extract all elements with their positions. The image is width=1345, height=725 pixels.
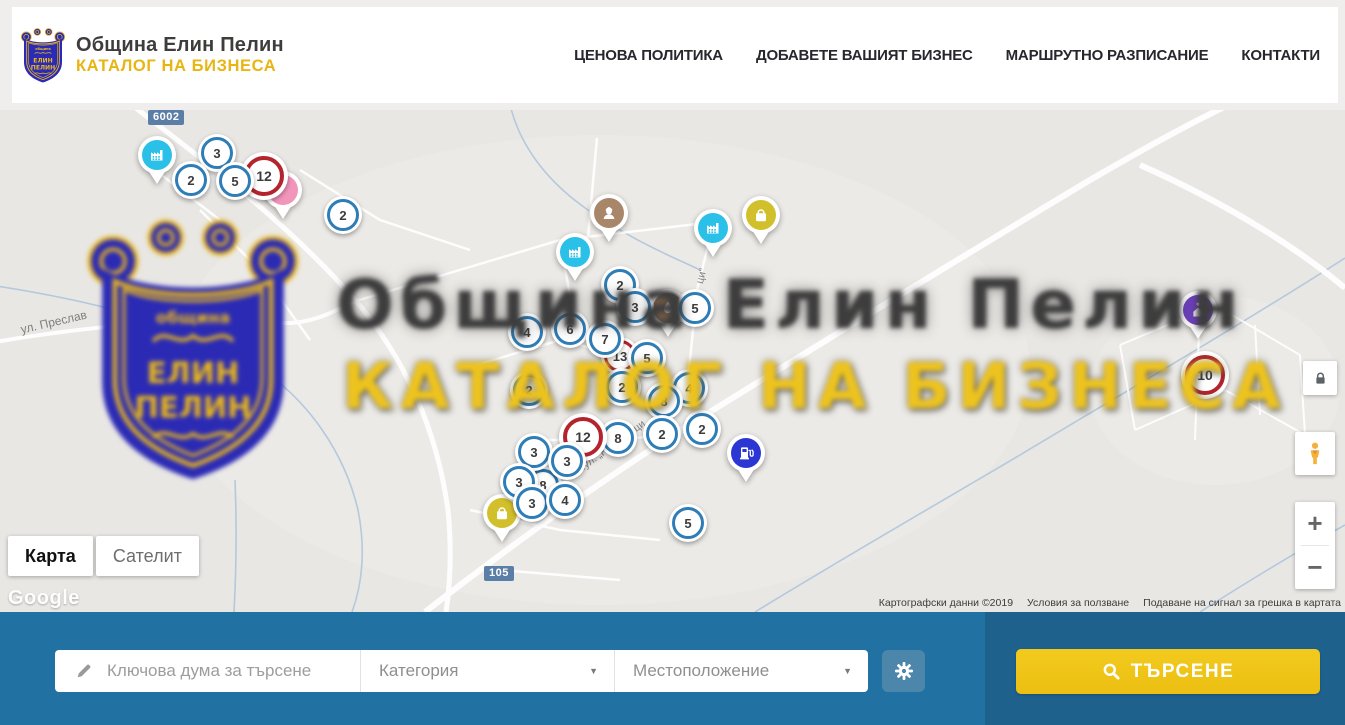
svg-text:община: община [35,46,51,50]
google-logo[interactable]: Google [8,587,80,610]
svg-text:ПЕЛИН: ПЕЛИН [31,64,55,71]
nav-pricing[interactable]: ЦЕНОВА ПОЛИТИКА [574,47,723,64]
map-cluster-marker[interactable]: 2 [324,196,362,234]
lock-control[interactable] [1303,361,1337,395]
brand[interactable]: община ЕЛИН ПЕЛИН Община Елин Пелин КАТА… [20,27,284,84]
zoom-control: + − [1295,502,1335,589]
map-canvas[interactable]: ул. Преславбул. „Новоселцици“ 6002105 32… [0,110,1345,612]
street-view-pegman[interactable] [1295,432,1335,475]
nav-route-schedule[interactable]: МАРШРУТНО РАЗПИСАНИЕ [1006,47,1209,64]
map-cluster-marker[interactable]: 2 [643,415,681,453]
map-type-control: Карта Сателит [8,536,199,576]
map-cluster-marker[interactable]: 3 [548,442,586,480]
zoom-in-button[interactable]: + [1295,502,1335,545]
svg-text:ЕЛИН: ЕЛИН [33,57,52,64]
map-cluster-marker[interactable]: 6 [551,310,589,348]
location-select[interactable]: Местоположение ▼ [615,650,868,692]
search-icon [1102,662,1121,681]
location-select-value: Местоположение [633,661,769,681]
map-cluster-marker[interactable]: 4 [508,313,546,351]
map-pin-worker[interactable] [590,194,628,244]
map-cluster-marker[interactable]: 4 [546,481,584,519]
municipality-emblem-icon: община ЕЛИН ПЕЛИН [20,27,66,84]
map-cluster-marker[interactable]: 2 [603,368,641,406]
map-cluster-marker[interactable]: 2 [510,371,548,409]
map-cluster-marker[interactable]: 10 [1181,351,1229,399]
map-cluster-marker[interactable]: 7 [586,320,624,358]
map-cluster-marker[interactable]: 5 [216,162,254,200]
chevron-down-icon: ▼ [589,666,598,676]
map-pin-bag[interactable] [742,196,780,246]
pencil-icon [75,662,93,680]
map-pin-factory[interactable] [556,233,594,283]
search-bar: ТЪРСЕНЕ Категория ▼ Местоположение ▼ [0,612,1345,725]
header: община ЕЛИН ПЕЛИН Община Елин Пелин КАТА… [12,7,1338,103]
search-bar-right-panel: ТЪРСЕНЕ [985,612,1345,725]
search-button-label: ТЪРСЕНЕ [1131,661,1235,683]
category-select-value: Категория [379,661,458,681]
brand-subtitle: КАТАЛОГ НА БИЗНЕСА [76,57,284,76]
brand-title: Община Елин Пелин [76,34,284,57]
attribution-copyright: Картографски данни ©2019 [879,597,1013,609]
zoom-out-button[interactable]: − [1295,546,1335,589]
map-attribution: Картографски данни ©2019 Условия за полз… [879,597,1341,609]
nav-contacts[interactable]: КОНТАКТИ [1241,47,1320,64]
map-type-map-button[interactable]: Карта [8,536,93,576]
main-nav: ЦЕНОВА ПОЛИТИКА ДОБАВЕТЕ ВАШИЯТ БИЗНЕС М… [574,7,1320,103]
chevron-down-icon: ▼ [843,666,852,676]
map-cluster-marker[interactable]: 5 [676,289,714,327]
attribution-terms-link[interactable]: Условия за ползване [1027,597,1129,609]
page: община ЕЛИН ПЕЛИН Община Елин Пелин КАТА… [0,0,1345,725]
map-pin-fuel[interactable] [727,434,765,484]
map-pin-factory[interactable] [694,209,732,259]
pegman-icon [1304,441,1326,467]
map-cluster-marker[interactable]: 5 [669,504,707,542]
keyword-search-input[interactable] [93,661,360,681]
keyword-section [55,650,360,692]
map-cluster-marker[interactable]: 3 [616,288,654,326]
category-select[interactable]: Категория ▼ [361,650,614,692]
map-cluster-marker[interactable]: 2 [172,161,210,199]
lock-icon [1313,371,1328,386]
advanced-search-button[interactable] [882,650,925,692]
map-cluster-marker[interactable]: 2 [683,410,721,448]
gear-icon [894,661,914,681]
search-fields: Категория ▼ Местоположение ▼ [55,650,868,692]
map-pin-factory[interactable] [138,136,176,186]
attribution-report-link[interactable]: Подаване на сигнал за грешка в картата [1143,597,1341,609]
map-markers-layer: 321252253461375224822812833334510 [0,110,1345,612]
map-type-satellite-button[interactable]: Сателит [96,536,199,576]
nav-add-business[interactable]: ДОБАВЕТЕ ВАШИЯТ БИЗНЕС [756,47,973,64]
search-button[interactable]: ТЪРСЕНЕ [1016,649,1320,694]
map-pin-church[interactable] [1179,291,1217,341]
